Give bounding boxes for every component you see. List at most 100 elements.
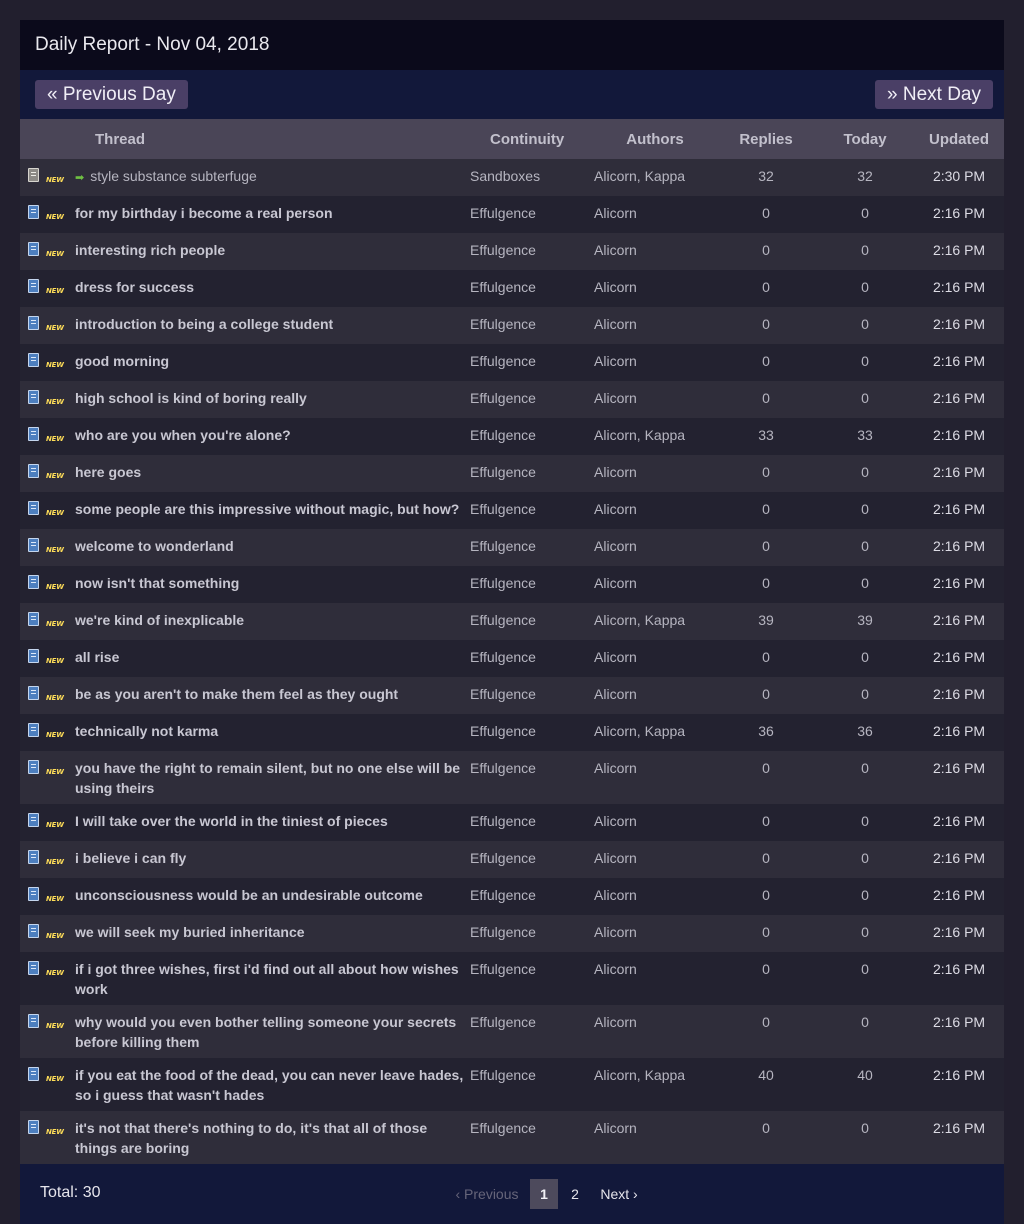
- table-row[interactable]: NEW if you eat the food of the dead, you …: [20, 1058, 1005, 1111]
- authors-cell[interactable]: Alicorn: [594, 640, 716, 677]
- thread-title-link[interactable]: interesting rich people: [75, 242, 225, 258]
- continuity-cell[interactable]: Effulgence: [470, 1111, 594, 1164]
- thread-title[interactable]: interesting rich people: [75, 233, 470, 270]
- continuity-cell[interactable]: Effulgence: [470, 640, 594, 677]
- table-row[interactable]: NEW dress for success Effulgence Alicorn 0 0 2…: [20, 270, 1005, 307]
- new-badge-icon[interactable]: NEW: [46, 688, 64, 708]
- continuity-cell[interactable]: Effulgence: [470, 418, 594, 455]
- authors-cell[interactable]: Alicorn: [594, 841, 716, 878]
- thread-title-link[interactable]: here goes: [75, 464, 141, 480]
- table-row[interactable]: NEW why would you even bother telling som…: [20, 1005, 1005, 1058]
- thread-title-link[interactable]: we will seek my buried inheritance: [75, 924, 305, 940]
- thread-title-link[interactable]: I will take over the world in the tinies…: [75, 813, 388, 829]
- thread-title[interactable]: here goes: [75, 455, 470, 492]
- new-badge-icon[interactable]: NEW: [46, 725, 64, 745]
- authors-cell[interactable]: Alicorn: [594, 233, 716, 270]
- continuity-cell[interactable]: Effulgence: [470, 714, 594, 751]
- pagination-current-page[interactable]: 1: [530, 1179, 558, 1209]
- table-row[interactable]: NEW if i got three wishes, first i'd find…: [20, 952, 1005, 1005]
- pagination-page-2[interactable]: 2: [558, 1179, 592, 1209]
- authors-cell[interactable]: Alicorn: [594, 566, 716, 603]
- authors-cell[interactable]: Alicorn: [594, 1005, 716, 1058]
- table-row[interactable]: NEW for my birthday i become a real perso…: [20, 196, 1005, 233]
- new-badge-icon[interactable]: NEW: [46, 1016, 64, 1036]
- thread-title-link[interactable]: be as you aren't to make them feel as th…: [75, 686, 398, 702]
- new-badge-icon[interactable]: NEW: [46, 281, 64, 301]
- continuity-cell[interactable]: Effulgence: [470, 307, 594, 344]
- thread-title-link[interactable]: if i got three wishes, first i'd find ou…: [75, 961, 459, 997]
- thread-title[interactable]: for my birthday i become a real person: [75, 196, 470, 233]
- table-row[interactable]: NEW welcome to wonderland Effulgence Alicor…: [20, 529, 1005, 566]
- next-day-button[interactable]: » Next Day: [875, 80, 993, 109]
- table-row[interactable]: NEW interesting rich people Effulgence Alic…: [20, 233, 1005, 270]
- thread-title[interactable]: unconsciousness would be an undesirable …: [75, 878, 470, 915]
- new-badge-icon[interactable]: NEW: [46, 852, 64, 872]
- table-row[interactable]: NEW all rise Effulgence Alicorn 0 0 2:16 PM: [20, 640, 1005, 677]
- new-badge-icon[interactable]: NEW: [46, 614, 64, 634]
- authors-cell[interactable]: Alicorn: [594, 952, 716, 1005]
- authors-cell[interactable]: Alicorn: [594, 1111, 716, 1164]
- new-badge-icon[interactable]: NEW: [46, 577, 64, 597]
- thread-title[interactable]: welcome to wonderland: [75, 529, 470, 566]
- thread-title[interactable]: we're kind of inexplicable: [75, 603, 470, 640]
- authors-cell[interactable]: Alicorn: [594, 677, 716, 714]
- new-badge-icon[interactable]: NEW: [46, 355, 64, 375]
- thread-title[interactable]: who are you when you're alone?: [75, 418, 470, 455]
- continuity-cell[interactable]: Sandboxes: [470, 159, 594, 196]
- continuity-cell[interactable]: Effulgence: [470, 529, 594, 566]
- authors-cell[interactable]: Alicorn: [594, 307, 716, 344]
- column-header-updated[interactable]: Updated: [914, 119, 1004, 159]
- thread-title[interactable]: ➡ style substance subterfuge: [75, 159, 470, 196]
- new-badge-icon[interactable]: NEW: [46, 963, 64, 983]
- table-row[interactable]: NEW be as you aren't to make them feel as…: [20, 677, 1005, 714]
- authors-cell[interactable]: Alicorn: [594, 492, 716, 529]
- thread-title-link[interactable]: unconsciousness would be an undesirable …: [75, 887, 423, 903]
- table-row[interactable]: NEW technically not karma Effulgence Alicor…: [20, 714, 1005, 751]
- thread-title-link[interactable]: now isn't that something: [75, 575, 239, 591]
- thread-title[interactable]: all rise: [75, 640, 470, 677]
- thread-title-link[interactable]: technically not karma: [75, 723, 218, 739]
- continuity-cell[interactable]: Effulgence: [470, 566, 594, 603]
- table-row[interactable]: NEW here goes Effulgence Alicorn 0 0 2:16 PM: [20, 455, 1005, 492]
- continuity-cell[interactable]: Effulgence: [470, 1058, 594, 1111]
- thread-title-link[interactable]: all rise: [75, 649, 119, 665]
- thread-title[interactable]: dress for success: [75, 270, 470, 307]
- new-badge-icon[interactable]: NEW: [46, 651, 64, 671]
- continuity-cell[interactable]: Effulgence: [470, 233, 594, 270]
- continuity-cell[interactable]: Effulgence: [470, 492, 594, 529]
- table-row[interactable]: NEW some people are this impressive witho…: [20, 492, 1005, 529]
- column-header-continuity[interactable]: Continuity: [470, 119, 594, 159]
- previous-day-button[interactable]: « Previous Day: [35, 80, 188, 109]
- thread-title[interactable]: be as you aren't to make them feel as th…: [75, 677, 470, 714]
- column-header-replies[interactable]: Replies: [716, 119, 816, 159]
- thread-title-link[interactable]: it's not that there's nothing to do, it'…: [75, 1120, 427, 1156]
- authors-cell[interactable]: Alicorn: [594, 751, 716, 804]
- column-header-authors[interactable]: Authors: [594, 119, 716, 159]
- table-row[interactable]: NEW who are you when you're alone? Effulge…: [20, 418, 1005, 455]
- thread-title[interactable]: if i got three wishes, first i'd find ou…: [75, 952, 470, 1005]
- thread-title-link[interactable]: for my birthday i become a real person: [75, 205, 333, 221]
- table-row[interactable]: NEW unconsciousness would be an undesirab…: [20, 878, 1005, 915]
- thread-title[interactable]: high school is kind of boring really: [75, 381, 470, 418]
- table-row[interactable]: NEW you have the right to remain silent, …: [20, 751, 1005, 804]
- thread-title[interactable]: it's not that there's nothing to do, it'…: [75, 1111, 470, 1164]
- authors-cell[interactable]: Alicorn: [594, 878, 716, 915]
- thread-title[interactable]: some people are this impressive without …: [75, 492, 470, 529]
- continuity-cell[interactable]: Effulgence: [470, 952, 594, 1005]
- authors-cell[interactable]: Alicorn, Kappa: [594, 603, 716, 640]
- continuity-cell[interactable]: Effulgence: [470, 751, 594, 804]
- thread-title[interactable]: introduction to being a college student: [75, 307, 470, 344]
- new-badge-icon[interactable]: NEW: [46, 207, 64, 227]
- column-header-thread[interactable]: Thread: [20, 119, 470, 159]
- authors-cell[interactable]: Alicorn, Kappa: [594, 1058, 716, 1111]
- thread-title-link[interactable]: good morning: [75, 353, 169, 369]
- table-row[interactable]: NEW now isn't that something Effulgence Ali…: [20, 566, 1005, 603]
- authors-cell[interactable]: Alicorn: [594, 270, 716, 307]
- table-row[interactable]: NEW it's not that there's nothing to do, …: [20, 1111, 1005, 1164]
- continuity-cell[interactable]: Effulgence: [470, 196, 594, 233]
- thread-title[interactable]: I will take over the world in the tinies…: [75, 804, 470, 841]
- table-row[interactable]: NEW I will take over the world in the tin…: [20, 804, 1005, 841]
- new-badge-icon[interactable]: NEW: [46, 170, 64, 190]
- thread-title[interactable]: you have the right to remain silent, but…: [75, 751, 470, 804]
- continuity-cell[interactable]: Effulgence: [470, 344, 594, 381]
